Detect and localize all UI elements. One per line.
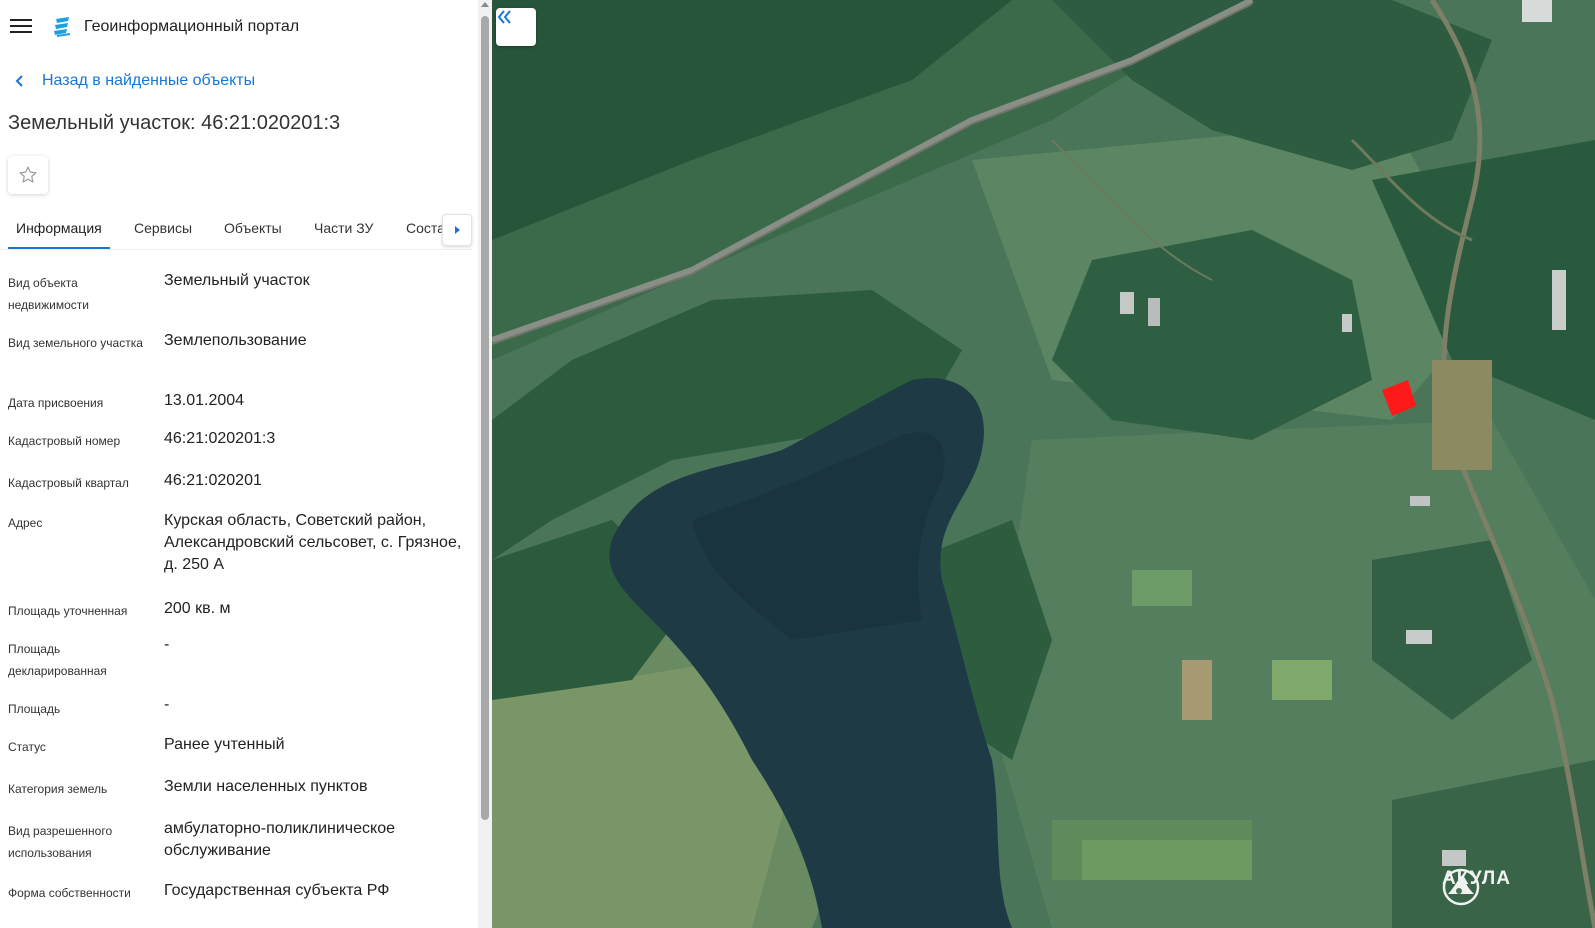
collapse-panel-button[interactable] xyxy=(496,8,536,46)
akula-watermark: АКУЛА xyxy=(1442,868,1511,906)
property-label: Форма собственности xyxy=(8,886,131,900)
property-value: - xyxy=(164,696,170,713)
property-value: Курская область, Советский район, Алекса… xyxy=(164,512,462,573)
property-label: Статус xyxy=(8,740,46,754)
tab-parcel-parts[interactable]: Части ЗУ xyxy=(314,220,373,236)
shark-logo-icon xyxy=(1442,868,1480,906)
active-tab-indicator xyxy=(8,247,110,249)
page-title: Земельный участок: 46:21:020201:3 xyxy=(8,112,341,134)
chevron-left-icon xyxy=(15,75,23,87)
property-label: Вид разрешенного использования xyxy=(8,824,113,860)
panel-scrollbar[interactable] xyxy=(478,0,492,928)
property-value: - xyxy=(164,636,170,653)
property-value: Ранее учтенный xyxy=(164,736,285,753)
property-value: Землепользование xyxy=(164,332,307,349)
property-label: Площадь декларированная xyxy=(8,642,107,678)
app-title: Геоинформационный портал xyxy=(84,18,300,35)
caret-right-icon xyxy=(455,226,460,234)
property-label: Категория земель xyxy=(8,782,108,796)
info-panel: Геоинформационный портал Назад в найденн… xyxy=(0,0,492,928)
property-label: Площадь xyxy=(8,702,61,716)
tabs-scroll-right-button[interactable] xyxy=(442,214,472,246)
property-value: Земли населенных пунктов xyxy=(164,778,368,795)
property-label: Дата присвоения xyxy=(8,396,104,410)
back-link-label: Назад в найденные объекты xyxy=(42,72,256,89)
back-to-results-link[interactable]: Назад в найденные объекты xyxy=(12,72,255,90)
property-label: Кадастровый квартал xyxy=(8,476,129,490)
property-value: 46:21:020201 xyxy=(164,472,262,489)
tab-bar: Информация Сервисы Объекты Части ЗУ Сост… xyxy=(0,210,472,250)
favorite-button[interactable] xyxy=(8,156,48,194)
tab-objects[interactable]: Объекты xyxy=(224,220,282,236)
property-label: Площадь уточненная xyxy=(8,604,128,618)
property-label: Адрес xyxy=(8,516,43,530)
property-value: 46:21:020201:3 xyxy=(164,430,276,447)
property-value: 13.01.2004 xyxy=(164,392,245,409)
property-label: Кадастровый номер xyxy=(8,434,121,448)
property-value: 200 кв. м xyxy=(164,600,231,617)
scrollbar-thumb[interactable] xyxy=(481,16,489,820)
double-chevron-left-icon xyxy=(497,10,511,24)
star-outline-icon xyxy=(19,166,37,183)
property-value: Государственная субъекта РФ xyxy=(164,882,390,899)
property-label: Вид земельного участка xyxy=(8,336,143,350)
hamburger-menu-icon[interactable] xyxy=(10,16,32,38)
property-value: амбулаторно-поликлиническое обслуживание xyxy=(164,820,395,859)
scroll-up-arrow-icon[interactable] xyxy=(481,2,489,7)
portal-logo-icon xyxy=(54,17,71,37)
satellite-map[interactable]: АКУЛА xyxy=(492,0,1595,928)
tab-services[interactable]: Сервисы xyxy=(134,220,192,236)
property-value: Земельный участок xyxy=(164,272,310,289)
satellite-imagery xyxy=(492,0,1595,928)
app-header: Геоинформационный портал xyxy=(0,0,480,56)
tab-info[interactable]: Информация xyxy=(16,220,102,236)
property-label: Вид объекта недвижимости xyxy=(8,276,89,312)
tab-composition[interactable]: Соста xyxy=(406,220,445,236)
